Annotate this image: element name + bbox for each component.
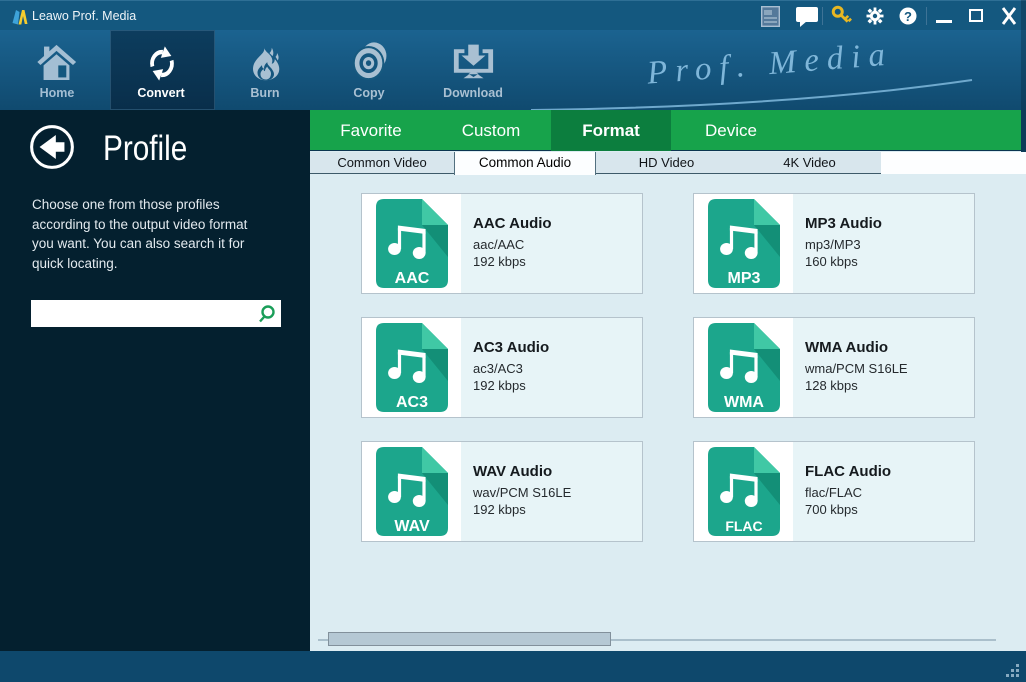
svg-text:WMA: WMA — [724, 394, 764, 411]
svg-text:AC3: AC3 — [396, 394, 428, 411]
svg-text:AAC: AAC — [395, 270, 430, 287]
svg-text:MP3: MP3 — [728, 270, 761, 287]
svg-text:WAV: WAV — [394, 518, 430, 535]
svg-text:FLAC: FLAC — [725, 518, 762, 534]
svg-text:?: ? — [904, 9, 912, 24]
